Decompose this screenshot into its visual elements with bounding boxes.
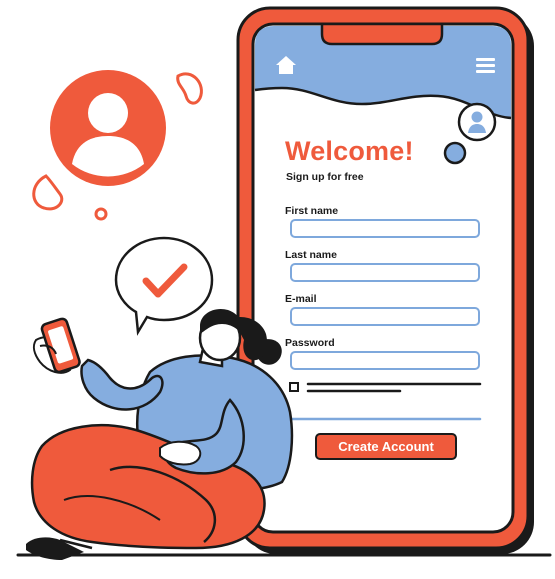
last-name-label: Last name (285, 249, 337, 261)
last-name-input[interactable] (290, 263, 480, 282)
signup-screen: Welcome! Sign up for free First name Las… (0, 0, 555, 579)
home-button[interactable] (273, 54, 299, 78)
create-account-button[interactable]: Create Account (315, 433, 457, 460)
first-name-input[interactable] (290, 219, 480, 238)
password-input[interactable] (290, 351, 480, 370)
menu-button[interactable] (472, 54, 500, 78)
email-label: E-mail (285, 293, 317, 305)
password-label: Password (285, 337, 335, 349)
page-title: Welcome! (285, 136, 414, 166)
first-name-label: First name (285, 205, 339, 217)
page-subtitle: Sign up for free (286, 171, 364, 183)
terms-checkbox[interactable] (289, 382, 299, 392)
email-input[interactable] (290, 307, 480, 326)
profile-button[interactable] (457, 102, 497, 142)
